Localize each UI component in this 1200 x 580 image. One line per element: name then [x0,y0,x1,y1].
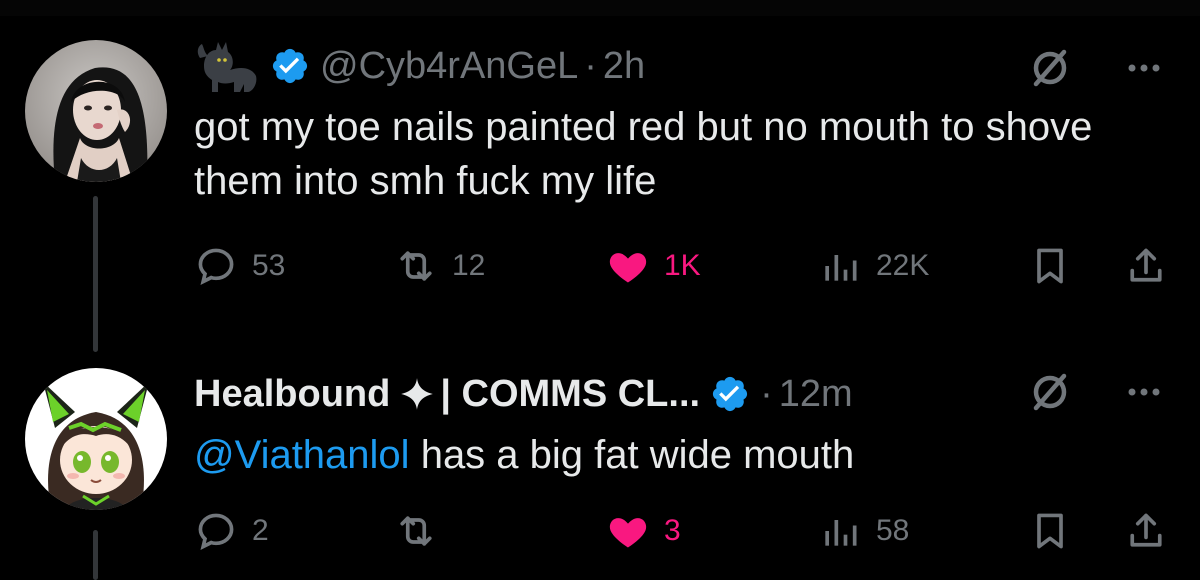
author-name-suffix[interactable]: | COMMS CL... [440,373,700,416]
heart-filled-icon [609,253,647,283]
reply-button[interactable]: 53 [194,238,285,294]
more-options-icon[interactable] [1120,44,1168,92]
tweet[interactable]: @Cyb4rAnGeL · 2h got my toe nails painte… [0,30,1200,335]
tweet-text-body: has a big fat wide mouth [409,433,855,477]
view-count: 22K [876,249,930,282]
tweet-header: Healbound | COMMS CL... · 12m [194,366,853,422]
grok-icon[interactable] [1026,44,1074,92]
author-handle[interactable]: @Cyb4rAnGeL [320,45,578,88]
avatar-photo [25,40,167,182]
sparkle-icon [401,378,434,410]
tweet-text: @Viathanlol has a big fat wide mouth [194,428,1174,482]
views-button[interactable]: 58 [818,503,909,559]
like-count: 1K [664,249,701,282]
reply-button[interactable]: 2 [194,503,269,559]
repost-icon [400,251,432,281]
tweet[interactable]: Healbound | COMMS CL... · 12m @Viathanlo… [0,358,1200,580]
timestamp[interactable]: 2h [603,45,645,88]
heart-filled-icon [609,518,647,548]
verified-badge-icon [712,376,748,412]
tweet-text: got my toe nails painted red but no mout… [194,105,1093,203]
timestamp[interactable]: 12m [779,373,853,416]
tweet-actions: 2 3 58 [194,503,1194,559]
more-options-icon[interactable] [1120,368,1168,416]
avatar-illustration [25,368,167,510]
reply-count: 2 [252,514,269,547]
reply-icon [198,248,234,285]
repost-button[interactable] [394,503,452,559]
share-icon [1130,248,1162,282]
black-cat-emoji-icon [197,42,257,92]
analytics-icon [825,520,857,546]
repost-icon [400,516,432,546]
like-button[interactable]: 1K [606,238,701,294]
separator-dot: · [584,44,597,87]
bookmark-icon [1037,513,1063,549]
view-count: 58 [876,514,910,547]
separator-dot: · [760,372,773,415]
analytics-icon [825,255,857,281]
share-button[interactable] [1124,503,1168,559]
views-button[interactable]: 22K [818,238,929,294]
share-button[interactable] [1124,238,1168,294]
mention-link[interactable]: @Viathanlol [194,433,410,477]
bookmark-button[interactable] [1028,238,1072,294]
like-button[interactable]: 3 [606,503,681,559]
repost-button[interactable]: 12 [394,238,485,294]
author-name[interactable]: Healbound [194,373,390,416]
avatar[interactable] [25,40,167,182]
bookmark-button[interactable] [1028,503,1072,559]
tweet-header: @Cyb4rAnGeL · 2h [194,38,645,94]
grok-icon[interactable] [1026,368,1074,416]
reply-icon [198,513,234,550]
top-edge [0,0,1200,16]
avatar[interactable] [25,368,167,510]
share-icon [1130,513,1162,547]
like-count: 3 [664,514,681,547]
bookmark-icon [1037,248,1063,284]
verified-badge-icon [272,48,308,84]
repost-count: 12 [452,249,486,282]
tweet-actions: 53 12 1K 22K [194,238,1194,294]
reply-count: 53 [252,249,286,282]
